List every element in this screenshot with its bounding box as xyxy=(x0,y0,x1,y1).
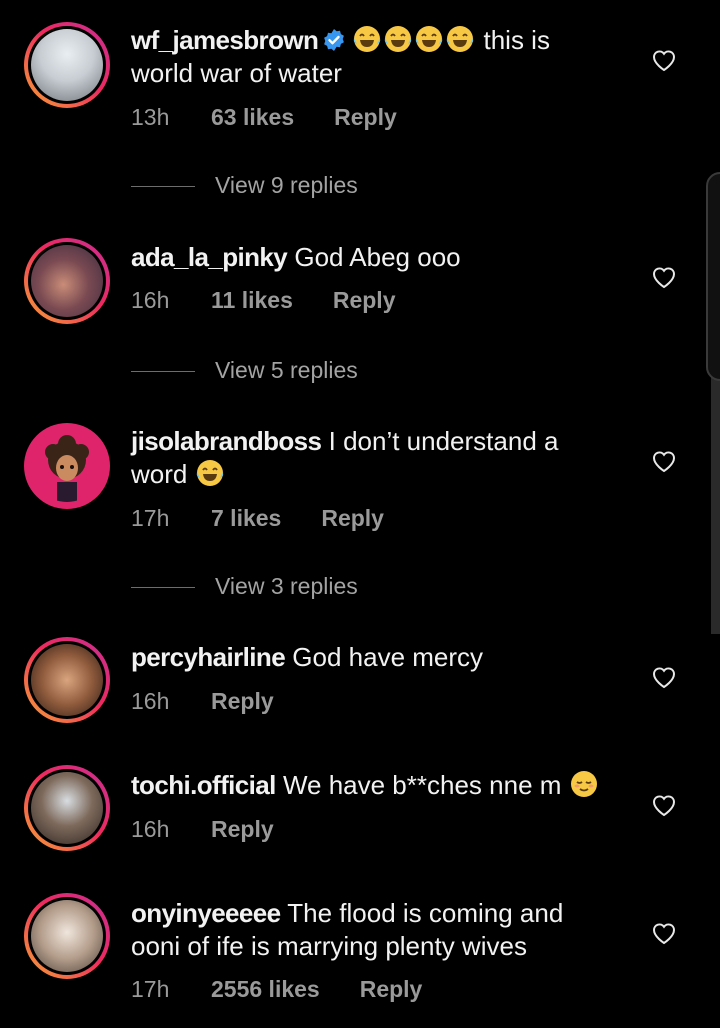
comment-body-line2: word xyxy=(131,459,188,489)
laughing-tears-emoji-icon xyxy=(354,26,381,52)
comment-body: this is xyxy=(483,25,550,55)
comment-meta: 16h Reply xyxy=(131,688,274,715)
likes-count[interactable]: 2556 likes xyxy=(211,976,320,1003)
comment-meta: 13h 63 likes Reply xyxy=(131,104,397,131)
comments-page: wf_jamesbrown this is world war of water… xyxy=(0,0,720,1028)
avatar[interactable] xyxy=(24,238,110,324)
view-replies-button[interactable]: View 9 replies xyxy=(131,172,531,202)
comment-body: We have b**ches nne m xyxy=(282,770,562,800)
avatar[interactable] xyxy=(24,893,110,979)
view-replies-button[interactable]: View 5 replies xyxy=(131,357,531,387)
comment-meta: 16h Reply xyxy=(131,816,274,843)
comment-text: jisolabrandboss I don’t understand a wor… xyxy=(131,425,631,491)
comment-meta: 16h 11 likes Reply xyxy=(131,287,396,314)
view-replies-button[interactable]: View 3 replies xyxy=(131,573,531,603)
comment-time: 16h xyxy=(131,816,170,842)
heart-outline-icon[interactable] xyxy=(651,793,677,817)
comment-meta: 17h 2556 likes Reply xyxy=(131,976,422,1003)
comment-username[interactable]: tochi.official xyxy=(131,770,276,800)
likes-count[interactable]: 11 likes xyxy=(211,287,293,314)
comment-username[interactable]: jisolabrandboss xyxy=(131,426,322,456)
comment-body: God have mercy xyxy=(292,642,484,672)
likes-count[interactable]: 63 likes xyxy=(211,104,294,131)
comment-username[interactable]: ada_la_pinky xyxy=(131,242,288,272)
verified-badge-icon xyxy=(324,29,345,51)
comment-text: percyhairline God have mercy xyxy=(131,641,631,674)
comment-text: onyinyeeeee The flood is coming and ooni… xyxy=(131,897,631,963)
laughing-tears-emoji-icon xyxy=(196,460,223,486)
comment-time: 17h xyxy=(131,505,170,531)
comment-text: tochi.official We have b**ches nne m xyxy=(131,769,631,802)
heart-outline-icon[interactable] xyxy=(651,265,677,289)
laughing-tears-emoji-icon xyxy=(416,26,443,52)
heart-outline-icon[interactable] xyxy=(651,48,677,72)
avatar[interactable] xyxy=(24,22,110,108)
comment-body: God Abeg ooo xyxy=(294,242,461,272)
comment-body-line2: ooni of ife is marrying plenty wives xyxy=(131,931,527,961)
comment-text: wf_jamesbrown this is world war of water xyxy=(131,24,631,90)
comment-username[interactable]: percyhairline xyxy=(131,642,286,672)
replies-divider xyxy=(131,371,195,372)
replies-divider xyxy=(131,587,195,588)
view-replies-label[interactable]: View 5 replies xyxy=(215,357,358,384)
view-replies-label[interactable]: View 9 replies xyxy=(215,172,358,199)
heart-outline-icon[interactable] xyxy=(651,449,677,473)
likes-count[interactable]: 7 likes xyxy=(211,505,281,532)
comment-time: 17h xyxy=(131,976,170,1002)
comment-meta: 17h 7 likes Reply xyxy=(131,505,384,532)
replies-divider xyxy=(131,186,195,187)
avatar[interactable] xyxy=(24,423,110,509)
laughing-tears-emoji-icon xyxy=(447,26,474,52)
reply-button[interactable]: Reply xyxy=(321,505,384,532)
reply-button[interactable]: Reply xyxy=(334,104,397,131)
comment-username[interactable]: onyinyeeeee xyxy=(131,898,281,928)
heart-outline-icon[interactable] xyxy=(651,665,677,689)
comment-body: The flood is coming and xyxy=(287,898,564,928)
laughing-tears-emoji-icon xyxy=(385,26,412,52)
comment-time: 13h xyxy=(131,104,170,130)
comment-body: I don’t understand a xyxy=(328,426,559,456)
relieved-face-emoji-icon xyxy=(570,771,597,797)
comment-time: 16h xyxy=(131,688,170,714)
comment-username[interactable]: wf_jamesbrown xyxy=(131,25,319,55)
comment-time: 16h xyxy=(131,287,170,313)
avatar[interactable] xyxy=(24,765,110,851)
reply-button[interactable]: Reply xyxy=(360,976,423,1003)
heart-outline-icon[interactable] xyxy=(651,921,677,945)
scrollbar-track[interactable] xyxy=(711,376,720,634)
reply-button[interactable]: Reply xyxy=(333,287,396,314)
scrollbar-thumb[interactable] xyxy=(706,172,720,381)
comment-text: ada_la_pinky God Abeg ooo xyxy=(131,241,631,274)
reply-button[interactable]: Reply xyxy=(211,688,274,715)
avatar[interactable] xyxy=(24,637,110,723)
reply-button[interactable]: Reply xyxy=(211,816,274,843)
comment-body-line2: world war of water xyxy=(131,58,342,88)
view-replies-label[interactable]: View 3 replies xyxy=(215,573,358,600)
